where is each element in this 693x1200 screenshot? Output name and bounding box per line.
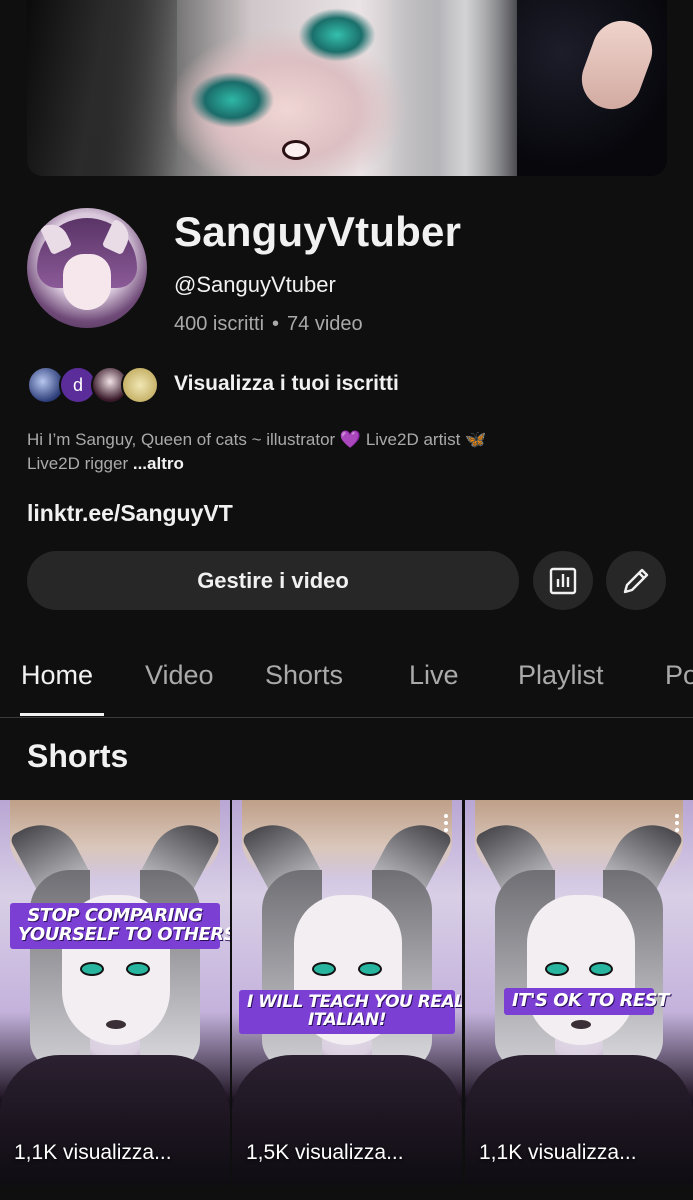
active-tab-indicator — [20, 713, 104, 716]
more-options-icon[interactable] — [444, 814, 448, 832]
short-view-count: 1,1K visualizza... — [479, 1141, 637, 1164]
channel-link[interactable]: linktr.ee/SanguyVT — [27, 500, 233, 527]
bar-chart-icon — [549, 567, 577, 594]
short-view-count: 1,5K visualizza... — [246, 1141, 404, 1164]
subscriber-avatar — [121, 366, 159, 404]
video-count: 74 video — [287, 313, 363, 335]
butterfly-emoji: 🦋 — [465, 430, 487, 449]
short-caption: I will teach you real Italian! — [239, 990, 462, 1034]
view-subscribers-row[interactable]: d Visualizza i tuoi iscritti — [27, 364, 399, 406]
short-caption: Stop comparing yourself to others — [10, 903, 230, 949]
channel-tabs: Home Video Shorts Live Playlist Po — [0, 640, 693, 718]
tab-video[interactable]: Video — [145, 660, 214, 691]
tab-posts[interactable]: Po — [665, 660, 693, 691]
short-thumbnail[interactable]: I will teach you real Italian! 1,5K visu… — [232, 800, 462, 1185]
purple-heart-emoji: 💜 — [339, 430, 362, 449]
short-thumbnail[interactable]: Stop comparing yourself to others 1,1K v… — [0, 800, 230, 1185]
stats-separator: • — [272, 313, 280, 335]
channel-name: SanguyVtuber — [174, 208, 462, 255]
channel-avatar[interactable] — [27, 208, 147, 328]
edit-channel-button[interactable] — [606, 551, 666, 610]
short-view-count: 1,1K visualizza... — [14, 1141, 172, 1164]
subscriber-avatars: d — [27, 364, 162, 406]
tab-live[interactable]: Live — [409, 660, 459, 691]
tab-shorts[interactable]: Shorts — [265, 660, 343, 691]
short-caption: It's ok to rest — [504, 988, 669, 1015]
tab-playlist[interactable]: Playlist — [518, 660, 604, 691]
pencil-icon — [623, 568, 649, 593]
tab-home[interactable]: Home — [21, 660, 93, 691]
more-options-icon[interactable] — [675, 814, 679, 832]
channel-stats: 400 iscritti • 74 video — [174, 313, 363, 336]
subscriber-count: 400 iscritti — [174, 313, 265, 335]
shorts-section-title: Shorts — [27, 738, 129, 774]
channel-banner — [27, 0, 667, 176]
manage-videos-button[interactable]: Gestire i video — [27, 551, 519, 610]
description-more-link[interactable]: ...altro — [133, 454, 184, 473]
short-thumbnail[interactable]: It's ok to rest 1,1K visualizza... — [465, 800, 693, 1185]
view-subscribers-link[interactable]: Visualizza i tuoi iscritti — [174, 372, 399, 396]
channel-description[interactable]: Hi I’m Sanguy, Queen of cats ~ illustrat… — [27, 428, 647, 476]
analytics-button[interactable] — [533, 551, 593, 610]
channel-handle: @SanguyVtuber — [174, 272, 336, 297]
